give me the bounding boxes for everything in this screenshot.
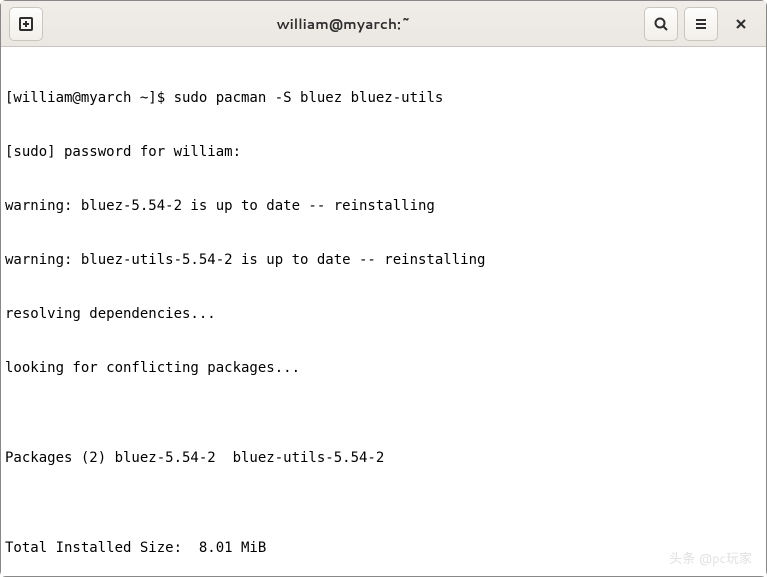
terminal-line: warning: bluez-5.54-2 is up to date -- r… (5, 197, 762, 215)
prompt: [william@myarch ~]$ (5, 90, 174, 106)
hamburger-icon (693, 16, 709, 32)
terminal-line: [william@myarch ~]$ sudo pacman -S bluez… (5, 89, 762, 107)
terminal-line: Packages (2) bluez-5.54-2 bluez-utils-5.… (5, 449, 762, 467)
command: sudo pacman -S bluez bluez-utils (174, 90, 444, 106)
close-button[interactable] (724, 7, 758, 41)
terminal-line: Total Installed Size: 8.01 MiB (5, 539, 762, 557)
titlebar-right-buttons (644, 7, 758, 41)
close-icon (733, 16, 749, 32)
terminal-line: resolving dependencies... (5, 305, 762, 323)
new-tab-button[interactable] (9, 7, 43, 41)
titlebar: william@myarch:~ (1, 1, 766, 47)
new-tab-icon (18, 16, 34, 32)
terminal-line: [sudo] password for william: (5, 143, 762, 161)
search-button[interactable] (644, 7, 678, 41)
terminal-line: looking for conflicting packages... (5, 359, 762, 377)
window-title: william@myarch:~ (51, 14, 636, 34)
terminal-line: warning: bluez-utils-5.54-2 is up to dat… (5, 251, 762, 269)
terminal-output[interactable]: [william@myarch ~]$ sudo pacman -S bluez… (1, 47, 766, 576)
menu-button[interactable] (684, 7, 718, 41)
search-icon (653, 16, 669, 32)
